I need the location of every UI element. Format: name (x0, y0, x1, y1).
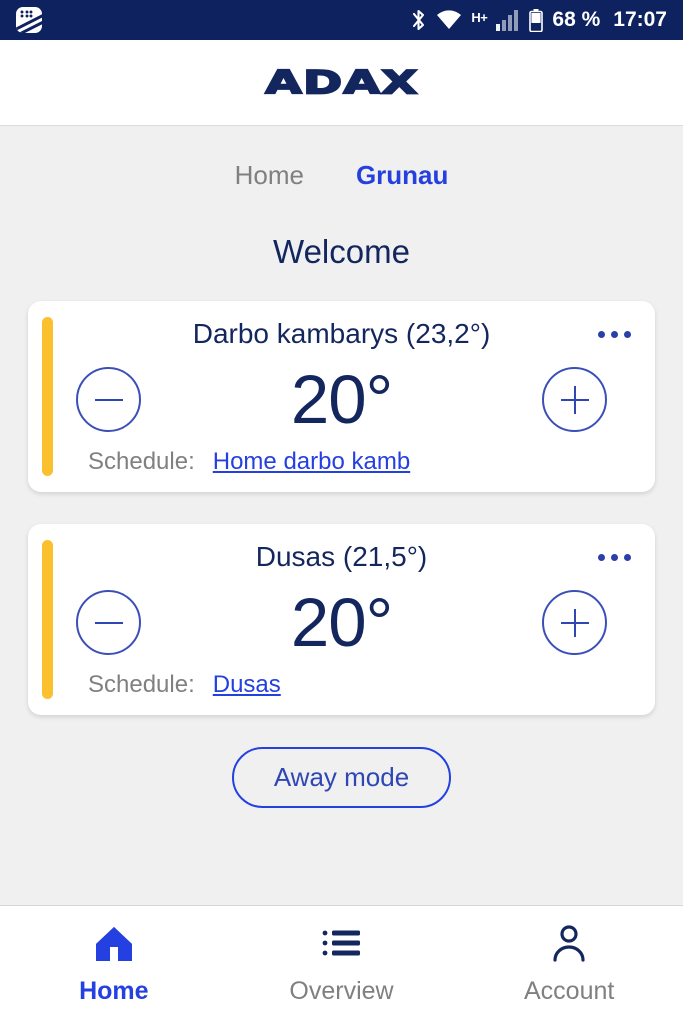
nav-item-overview[interactable]: Overview (228, 924, 456, 1006)
more-horizontal-icon[interactable] (592, 548, 637, 567)
schedule-link[interactable]: Home darbo kamb (213, 448, 410, 476)
tab-home[interactable]: Home (229, 156, 310, 195)
bottom-navigation: Home Overview Account (0, 905, 683, 1024)
temperature-controls: 20° (50, 365, 633, 434)
decrease-temperature-button[interactable] (76, 367, 141, 432)
schedule-link[interactable]: Dusas (213, 671, 281, 699)
device-card-header: Dusas (21,5°) (50, 541, 633, 584)
location-tabs: Home Grunau (0, 126, 683, 195)
blackberry-app-icon (16, 7, 42, 33)
decrease-temperature-button[interactable] (76, 590, 141, 655)
network-type-label: H+ (471, 10, 488, 25)
schedule-row: Schedule: Home darbo kamb (50, 448, 633, 476)
app-header: ADAX (0, 40, 683, 126)
app-screen: H+ 68 % 17:07 ADAX Home Grunau Welcome D… (0, 0, 683, 1024)
tab-grunau[interactable]: Grunau (350, 156, 454, 195)
nav-item-account[interactable]: Account (455, 924, 683, 1006)
target-temperature: 20° (290, 584, 393, 661)
schedule-label: Schedule: (88, 448, 195, 475)
status-bar-right: H+ 68 % 17:07 (410, 8, 667, 32)
more-horizontal-icon[interactable] (592, 325, 637, 344)
away-mode-button[interactable]: Away mode (231, 747, 452, 808)
battery-icon (529, 8, 544, 32)
wifi-icon (436, 10, 462, 30)
status-bar: H+ 68 % 17:07 (0, 0, 683, 40)
device-title: Dusas (21,5°) (255, 541, 428, 572)
schedule-row: Schedule: Dusas (50, 671, 633, 699)
nav-label-home: Home (79, 977, 149, 1005)
device-title: Darbo kambarys (23,2°) (192, 318, 491, 349)
nav-item-home[interactable]: Home (0, 924, 228, 1006)
clock-label: 17:07 (613, 8, 667, 31)
page-title: Welcome (273, 233, 410, 270)
list-icon (322, 924, 362, 964)
temperature-controls: 20° (50, 588, 633, 657)
page-content: Home Grunau Welcome Darbo kambarys (23,2… (0, 126, 683, 905)
increase-temperature-button[interactable] (542, 367, 607, 432)
person-icon (551, 924, 587, 964)
device-card[interactable]: Darbo kambarys (23,2°) 20° Schedule: Hom… (28, 301, 655, 492)
nav-label-account: Account (524, 977, 615, 1005)
schedule-label: Schedule: (88, 671, 195, 698)
increase-temperature-button[interactable] (542, 590, 607, 655)
target-temperature: 20° (290, 361, 393, 438)
away-mode-row: Away mode (0, 747, 683, 808)
bluetooth-icon (410, 8, 427, 32)
adax-logo: ADAX (264, 63, 419, 102)
home-icon (94, 924, 134, 964)
device-card-header: Darbo kambarys (23,2°) (50, 318, 633, 361)
battery-level-label: 68 % (552, 8, 601, 31)
status-bar-left (16, 7, 42, 33)
nav-label-overview: Overview (289, 977, 394, 1005)
signal-bars-icon (496, 9, 520, 31)
device-card[interactable]: Dusas (21,5°) 20° Schedule: Dusas (28, 524, 655, 715)
